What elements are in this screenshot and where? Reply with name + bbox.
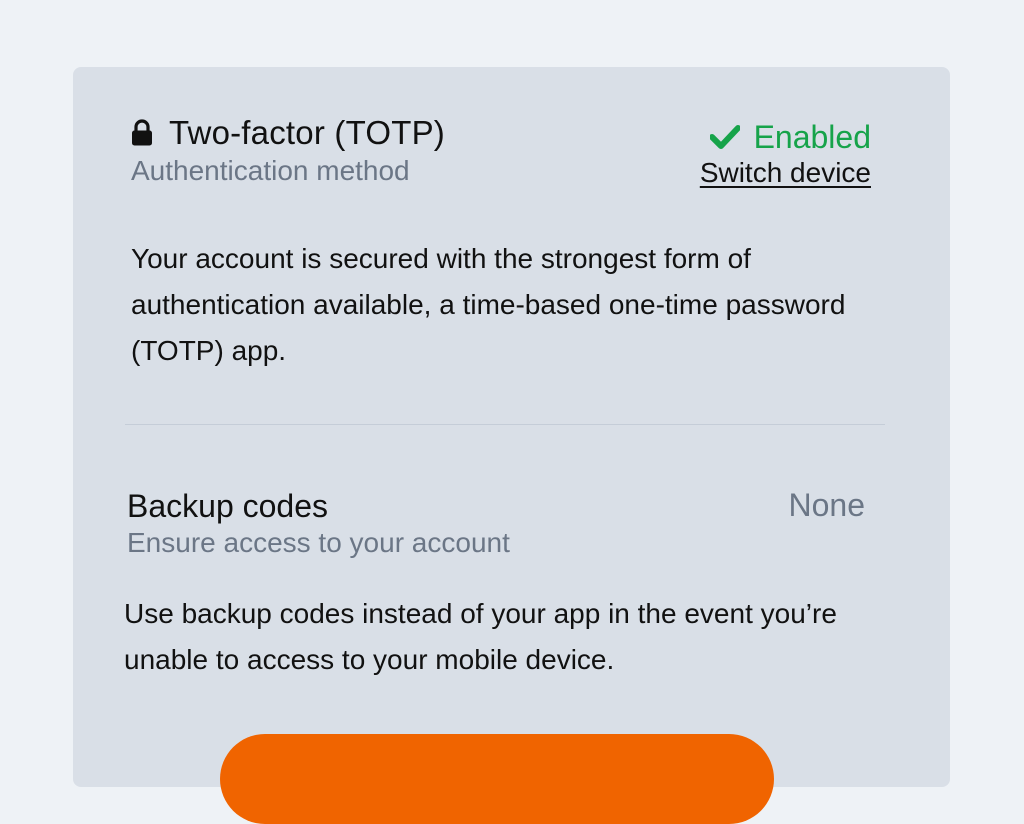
switch-device-link[interactable]: Switch device bbox=[700, 157, 871, 189]
generate-backup-codes-button[interactable] bbox=[220, 734, 774, 824]
check-icon bbox=[708, 125, 741, 149]
backup-description: Use backup codes instead of your app in … bbox=[124, 598, 837, 675]
backup-subtitle: Ensure access to your account bbox=[127, 527, 510, 558]
status-badge: Enabled bbox=[753, 118, 871, 155]
backup-status: None bbox=[788, 487, 866, 523]
backup-section: Backup codes Ensure access to your accou… bbox=[127, 485, 510, 559]
totp-title: Two-factor (TOTP) bbox=[169, 114, 445, 151]
backup-title: Backup codes bbox=[127, 488, 329, 524]
totp-status: Enabled Switch device bbox=[700, 117, 871, 189]
totp-status-row: Enabled bbox=[700, 117, 871, 157]
lock-icon bbox=[131, 119, 153, 147]
security-card: Two-factor (TOTP) Authentication method … bbox=[73, 67, 950, 824]
section-divider bbox=[125, 424, 885, 425]
totp-description: Your account is secured with the stronge… bbox=[131, 243, 846, 366]
